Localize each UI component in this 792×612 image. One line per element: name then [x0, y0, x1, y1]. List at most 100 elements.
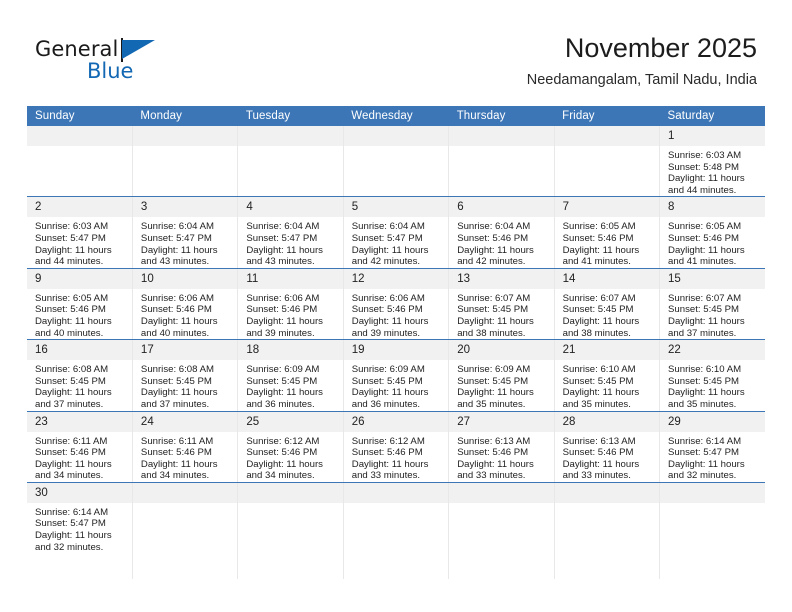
daylight-text-line2: and 43 minutes.	[140, 256, 210, 268]
daylight-text-line1: Daylight: 11 hours	[562, 458, 640, 470]
sunset-text: Sunset: 5:46 PM	[35, 304, 106, 316]
calendar-page: General Blue November 2025 Needamangalam…	[0, 0, 792, 612]
calendar-day-cell[interactable]: 30 Sunrise: 6:14 AM Sunset: 5:47 PM Dayligh…	[27, 482, 133, 579]
daylight-text-line2: and 41 minutes.	[562, 256, 631, 268]
calendar-day-cell[interactable]: 7 Sunrise: 6:05 AM Sunset: 5:46 PM Daylight…	[553, 196, 661, 269]
sunset-text: Sunset: 5:46 PM	[562, 232, 634, 244]
day-details: Sunrise: 6:07 AM Sunset: 5:45 PM Daylight:…	[660, 289, 765, 339]
day-number: 8	[660, 197, 765, 218]
day-details: Sunrise: 6:13 AM Sunset: 5:46 PM Daylight:…	[555, 432, 659, 482]
calendar-day-cell[interactable]: 27 Sunrise: 6:13 AM Sunset: 5:46 PM Dayligh…	[448, 411, 555, 483]
day-number: 27	[449, 411, 554, 432]
calendar-day-cell[interactable]: 16 Sunrise: 6:08 AM Sunset: 5:45 PM Dayligh…	[27, 339, 133, 412]
day-details: Sunrise: 6:11 AM Sunset: 5:46 PM Daylight:…	[133, 432, 237, 482]
brand-triangle-icon	[122, 40, 155, 59]
weekday-header-thursday: Thursday	[448, 106, 555, 126]
day-details: Sunrise: 6:14 AM Sunset: 5:47 PM Daylight:…	[660, 432, 765, 482]
daylight-text-line2: and 32 minutes.	[35, 541, 104, 553]
day-number	[132, 126, 238, 146]
daylight-text-line1: Daylight: 11 hours	[457, 315, 534, 327]
calendar-week-row: 2 Sunrise: 6:03 AM Sunset: 5:47 PM Daylight…	[27, 196, 765, 269]
calendar-day-cell[interactable]: 17 Sunrise: 6:08 AM Sunset: 5:45 PM Dayligh…	[131, 339, 239, 412]
calendar-day-cell[interactable]: 10 Sunrise: 6:06 AM Sunset: 5:46 PM Dayligh…	[131, 268, 239, 341]
daylight-text-line1: Daylight: 11 hours	[562, 387, 640, 399]
daylight-text-line1: Daylight: 11 hours	[35, 387, 112, 399]
calendar-day-cell[interactable]: 8 Sunrise: 6:05 AM Sunset: 5:46 PM Daylight…	[659, 196, 765, 269]
calendar-day-cell[interactable]: 24 Sunrise: 6:11 AM Sunset: 5:46 PM Dayligh…	[131, 411, 239, 483]
day-details: Sunrise: 6:09 AM Sunset: 5:45 PM Daylight:…	[238, 360, 342, 410]
daylight-text-line1: Daylight: 11 hours	[246, 315, 323, 327]
day-details: Sunrise: 6:06 AM Sunset: 5:46 PM Daylight:…	[344, 289, 448, 339]
sunset-text: Sunset: 5:47 PM	[35, 518, 106, 530]
calendar-day-cell[interactable]: 26 Sunrise: 6:12 AM Sunset: 5:46 PM Dayligh…	[342, 411, 450, 483]
calendar-week-row: 16 Sunrise: 6:08 AM Sunset: 5:45 PM Dayligh…	[27, 339, 765, 412]
day-details: Sunrise: 6:10 AM Sunset: 5:45 PM Daylight:…	[555, 360, 659, 410]
calendar-day-cell[interactable]: 22 Sunrise: 6:10 AM Sunset: 5:45 PM Dayligh…	[659, 339, 765, 412]
calendar-day-cell[interactable]: 4 Sunrise: 6:04 AM Sunset: 5:47 PM Daylight…	[237, 196, 344, 269]
sunrise-text: Sunrise: 6:06 AM	[140, 292, 214, 304]
title-block: November 2025 Needamangalam, Tamil Nadu,…	[527, 32, 757, 90]
calendar-day-cell[interactable]: 6 Sunrise: 6:04 AM Sunset: 5:46 PM Daylight…	[448, 196, 555, 269]
sunrise-text: Sunrise: 6:13 AM	[457, 435, 531, 447]
calendar-day-cell[interactable]: 29 Sunrise: 6:14 AM Sunset: 5:47 PM Dayligh…	[659, 411, 765, 483]
calendar-day-cell[interactable]: 2 Sunrise: 6:03 AM Sunset: 5:47 PM Daylight…	[27, 196, 133, 269]
day-number: 18	[238, 340, 343, 361]
page-subtitle: Needamangalam, Tamil Nadu, India	[526, 72, 757, 88]
calendar-day-cell[interactable]: 11 Sunrise: 6:06 AM Sunset: 5:46 PM Dayligh…	[237, 268, 344, 341]
sunset-text: Sunset: 5:48 PM	[668, 161, 739, 173]
sunrise-text: Sunrise: 6:04 AM	[457, 221, 531, 233]
calendar-table: Sunday Monday Tuesday Wednesday Thursday…	[27, 106, 765, 579]
calendar-day-cell[interactable]: 18 Sunrise: 6:09 AM Sunset: 5:45 PM Dayligh…	[237, 339, 344, 412]
day-details: Sunrise: 6:12 AM Sunset: 5:46 PM Daylight:…	[344, 432, 448, 482]
day-number: 21	[554, 340, 660, 361]
sunset-text: Sunset: 5:45 PM	[668, 375, 739, 387]
day-number	[343, 482, 449, 503]
calendar-day-cell[interactable]: 25 Sunrise: 6:12 AM Sunset: 5:46 PM Dayligh…	[237, 411, 344, 483]
day-number: 13	[449, 268, 554, 289]
calendar-day-cell[interactable]: 9 Sunrise: 6:05 AM Sunset: 5:46 PM Daylight…	[27, 268, 133, 341]
day-details: Sunrise: 6:08 AM Sunset: 5:45 PM Daylight:…	[133, 360, 237, 410]
day-details: Sunrise: 6:13 AM Sunset: 5:46 PM Daylight:…	[449, 432, 553, 482]
sunrise-text: Sunrise: 6:11 AM	[140, 435, 214, 447]
calendar-day-cell-empty	[448, 126, 555, 198]
sunset-text: Sunset: 5:46 PM	[351, 304, 423, 316]
daylight-text-line1: Daylight: 11 hours	[35, 458, 112, 470]
calendar-day-cell[interactable]: 5 Sunrise: 6:04 AM Sunset: 5:47 PM Daylight…	[342, 196, 450, 269]
day-number: 3	[132, 197, 238, 218]
calendar-day-cell[interactable]: 12 Sunrise: 6:06 AM Sunset: 5:46 PM Dayligh…	[342, 268, 450, 341]
daylight-text-line2: and 40 minutes.	[140, 327, 210, 339]
sunset-text: Sunset: 5:46 PM	[35, 447, 106, 459]
calendar-day-cell[interactable]: 15 Sunrise: 6:07 AM Sunset: 5:45 PM Dayligh…	[659, 268, 765, 341]
sunset-text: Sunset: 5:46 PM	[140, 447, 212, 459]
day-number	[27, 126, 132, 146]
sunrise-text: Sunrise: 6:04 AM	[246, 221, 320, 233]
day-number: 20	[449, 340, 554, 361]
daylight-text-line2: and 37 minutes.	[35, 398, 104, 410]
sunrise-text: Sunrise: 6:11 AM	[35, 435, 108, 447]
calendar-day-cell[interactable]: 3 Sunrise: 6:04 AM Sunset: 5:47 PM Daylight…	[131, 196, 239, 269]
calendar-day-cell-empty	[237, 126, 344, 198]
sunset-text: Sunset: 5:46 PM	[457, 447, 529, 459]
calendar-day-cell-empty	[553, 482, 661, 579]
calendar-day-cell[interactable]: 21 Sunrise: 6:10 AM Sunset: 5:45 PM Dayligh…	[553, 339, 661, 412]
sunrise-text: Sunrise: 6:06 AM	[246, 292, 320, 304]
calendar-day-cell[interactable]: 20 Sunrise: 6:09 AM Sunset: 5:45 PM Dayligh…	[448, 339, 555, 412]
calendar-day-cell[interactable]: 19 Sunrise: 6:09 AM Sunset: 5:45 PM Dayligh…	[342, 339, 450, 412]
calendar-day-cell[interactable]: 1 Sunrise: 6:03 AM Sunset: 5:48 PM Daylight…	[659, 126, 765, 198]
sunset-text: Sunset: 5:47 PM	[351, 232, 423, 244]
calendar-day-cell[interactable]: 23 Sunrise: 6:11 AM Sunset: 5:46 PM Dayligh…	[27, 411, 133, 483]
sunrise-text: Sunrise: 6:05 AM	[562, 221, 636, 233]
sunset-text: Sunset: 5:45 PM	[351, 375, 423, 387]
generalblue-logo[interactable]: General Blue	[35, 38, 235, 94]
calendar-day-cell[interactable]: 13 Sunrise: 6:07 AM Sunset: 5:45 PM Dayligh…	[448, 268, 555, 341]
sunrise-text: Sunrise: 6:07 AM	[668, 292, 742, 304]
day-number: 14	[554, 268, 660, 289]
day-details: Sunrise: 6:09 AM Sunset: 5:45 PM Daylight:…	[344, 360, 448, 410]
sunrise-text: Sunrise: 6:04 AM	[351, 221, 425, 233]
daylight-text-line2: and 37 minutes.	[668, 327, 737, 339]
day-number: 4	[238, 197, 343, 218]
calendar-day-cell[interactable]: 14 Sunrise: 6:07 AM Sunset: 5:45 PM Dayligh…	[553, 268, 661, 341]
calendar-day-cell[interactable]: 28 Sunrise: 6:13 AM Sunset: 5:46 PM Dayligh…	[553, 411, 661, 483]
day-number: 10	[132, 268, 238, 289]
daylight-text-line1: Daylight: 11 hours	[140, 387, 218, 399]
